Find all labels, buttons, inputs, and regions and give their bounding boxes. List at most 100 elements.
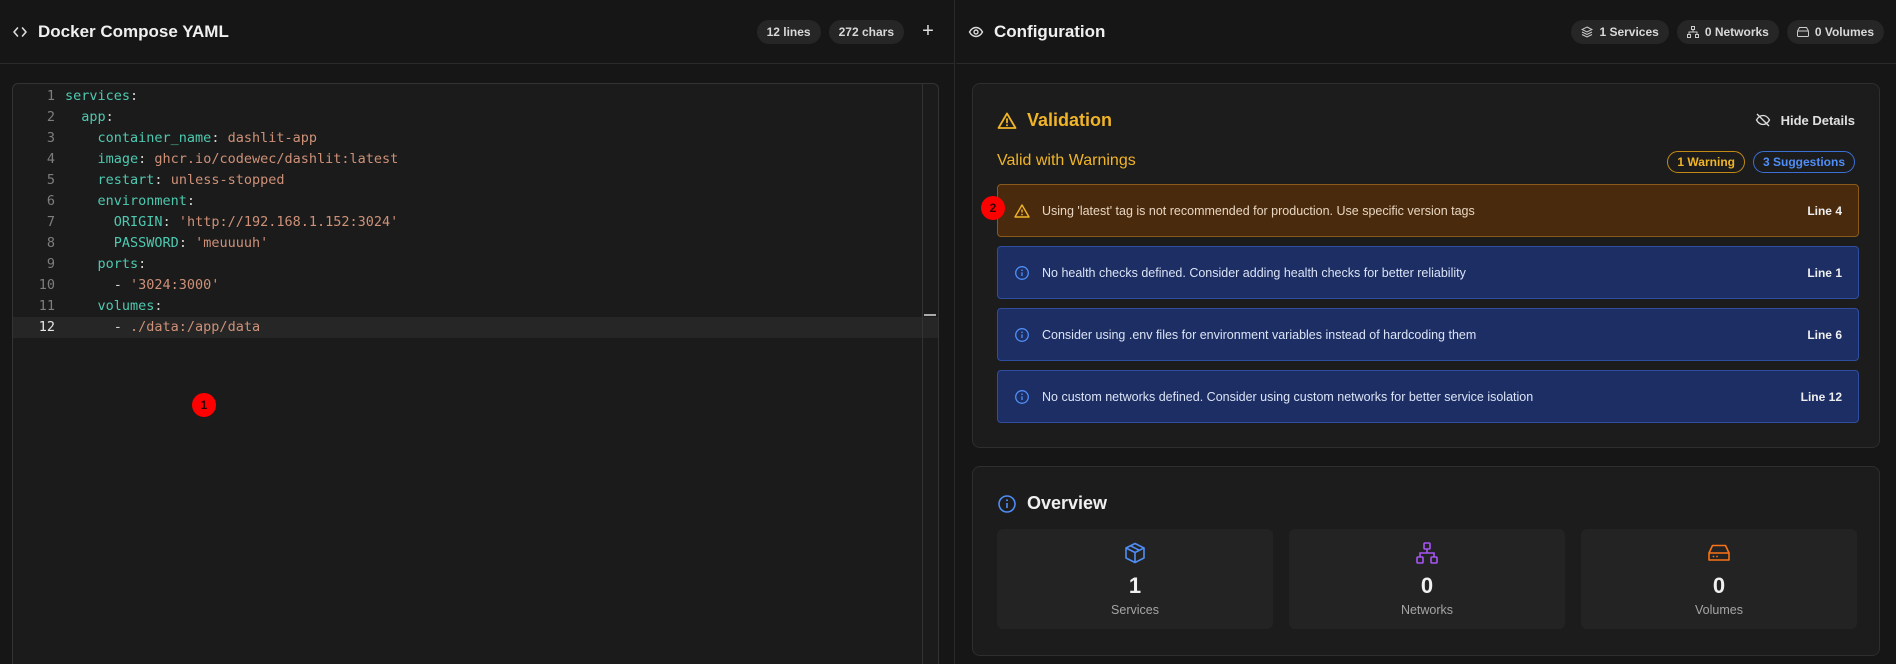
issue-suggestion[interactable]: Consider using .env files for environmen… [997, 308, 1859, 361]
volumes-badge: 0 Volumes [1786, 19, 1884, 44]
warning-triangle-icon [1014, 203, 1030, 219]
networks-stat: 0 Networks [1289, 529, 1565, 629]
issue-line[interactable]: Line 1 [1807, 266, 1842, 280]
line-number: 11 [38, 298, 55, 314]
chars-badge: 272 chars [828, 19, 904, 44]
editor-panel: Docker Compose YAML 12 lines 272 chars +… [0, 0, 955, 664]
code-line[interactable]: 1 services: [13, 86, 938, 107]
code-line[interactable]: 2 app: [13, 107, 938, 128]
networks-count: 0 [1420, 573, 1434, 598]
volumes-badge-label: 0 Volumes [1814, 24, 1874, 39]
volumes-label: Volumes [1695, 603, 1743, 617]
line-number: 1 [46, 88, 55, 104]
code-token: : [138, 256, 147, 272]
code-line[interactable]: 4 image: ghcr.io/codewec/dashlit:latest [13, 149, 938, 170]
overview-header: Overview [997, 493, 1107, 514]
code-lines[interactable]: 1 services: 2 app: 3 container_name: dashli… [13, 84, 938, 338]
code-token: : [211, 130, 228, 146]
info-icon [997, 494, 1017, 514]
code-text: - '3024:3000' [65, 275, 220, 296]
code-token: PASSWORD [113, 235, 179, 251]
code-text: container_name: dashlit-app [65, 128, 317, 149]
hard-drive-icon [1707, 541, 1731, 565]
issue-line[interactable]: Line 12 [1801, 390, 1842, 404]
code-token: : [154, 172, 171, 188]
code-line[interactable]: 9 ports: [13, 254, 938, 275]
layers-icon [1581, 25, 1594, 38]
network-icon [1415, 541, 1439, 565]
warning-triangle-icon [997, 111, 1017, 131]
services-badge: 1 Services [1571, 19, 1669, 44]
code-text: ORIGIN: 'http://192.168.1.152:3024' [65, 212, 399, 233]
editor-scrollbar[interactable] [922, 84, 938, 664]
configuration-panel: Configuration 1 Services 0 Networks 0 Vo… [956, 0, 1896, 664]
code-line[interactable]: 6 environment: [13, 191, 938, 212]
hide-details-label: Hide Details [1780, 112, 1855, 128]
code-token: : [154, 298, 163, 314]
code-line[interactable]: 7 ORIGIN: 'http://192.168.1.152:3024' [13, 212, 938, 233]
code-line[interactable]: 10 - '3024:3000' [13, 275, 938, 296]
code-token: : [105, 109, 114, 125]
services-stat: 1 Services [997, 529, 1273, 629]
code-token: : [130, 88, 139, 104]
code-token: unless-stopped [170, 172, 285, 188]
code-token: - [65, 319, 131, 335]
add-button[interactable]: + [914, 18, 942, 46]
code-text: - ./data:/app/data [65, 317, 260, 338]
line-number: 8 [46, 235, 55, 251]
validation-badges: 1 Warning 3 Suggestions [1667, 151, 1855, 173]
editor-header: Docker Compose YAML 12 lines 272 chars + [0, 0, 954, 64]
code-line[interactable]: 11 volumes: [13, 296, 938, 317]
code-line[interactable]: 8 PASSWORD: 'meuuuuh' [13, 233, 938, 254]
networks-label: Networks [1400, 603, 1454, 617]
code-line[interactable]: 5 restart: unless-stopped [13, 170, 938, 191]
code-token: - [65, 277, 131, 293]
code-token: 'meuuuuh' [195, 235, 269, 251]
info-icon [1014, 389, 1030, 405]
code-token: restart [97, 172, 155, 188]
code-text: PASSWORD: 'meuuuuh' [65, 233, 268, 254]
code-line[interactable]: 12 - ./data:/app/data [13, 317, 938, 338]
code-line[interactable]: 3 container_name: dashlit-app [13, 128, 938, 149]
line-number: 6 [46, 193, 55, 209]
issue-line[interactable]: Line 6 [1807, 328, 1842, 342]
info-icon [1014, 327, 1030, 343]
issue-line[interactable]: Line 4 [1807, 204, 1842, 218]
line-number: 4 [46, 151, 55, 167]
code-token: : [186, 193, 196, 209]
code-token: dashlit-app [227, 130, 317, 146]
code-text: image: ghcr.io/codewec/dashlit:latest [65, 149, 399, 170]
configuration-title: Configuration [994, 21, 1106, 41]
editor-title: Docker Compose YAML [38, 21, 229, 41]
volumes-stat: 0 Volumes [1581, 529, 1857, 629]
line-number: 10 [38, 277, 55, 293]
code-token: image [97, 151, 139, 167]
issue-message: Consider using .env files for environmen… [1042, 327, 1477, 342]
networks-badge-label: 0 Networks [1704, 24, 1769, 39]
code-token: : [162, 214, 179, 230]
configuration-header: Configuration 1 Services 0 Networks 0 Vo… [956, 0, 1896, 64]
validation-header: Validation [997, 110, 1112, 131]
issue-suggestion[interactable]: No health checks defined. Consider addin… [997, 246, 1859, 299]
issue-suggestion[interactable]: No custom networks defined. Consider usi… [997, 370, 1859, 423]
hide-details-button[interactable]: Hide Details [1755, 112, 1855, 128]
code-icon [12, 24, 28, 40]
code-token: '3024:3000' [130, 277, 220, 293]
code-token: environment [97, 193, 187, 209]
code-editor[interactable]: 1 services: 2 app: 3 container_name: dashli… [12, 83, 939, 664]
network-icon [1686, 25, 1699, 38]
code-text: app: [65, 107, 114, 128]
code-text: ports: [65, 254, 147, 275]
networks-badge: 0 Networks [1676, 19, 1779, 44]
services-count: 1 [1128, 573, 1142, 598]
eye-icon [968, 24, 984, 40]
line-number: 12 [38, 319, 55, 335]
code-token: volumes [97, 298, 155, 314]
issue-warning[interactable]: Using 'latest' tag is not recommended fo… [997, 184, 1859, 237]
